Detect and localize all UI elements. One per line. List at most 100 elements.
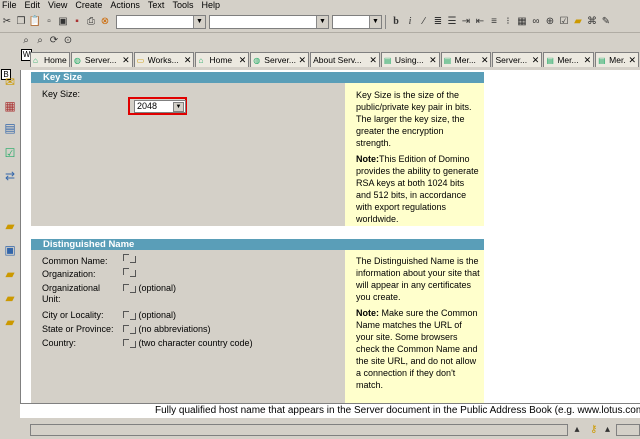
link-icon[interactable]: ∞ xyxy=(530,16,542,28)
size-dropdown[interactable]: ▼ xyxy=(332,15,382,29)
zoom-icon[interactable]: ⊙ xyxy=(62,35,74,47)
tab-merge-2[interactable]: ▤ Mer... ✕ xyxy=(543,52,595,67)
replicator-icon[interactable]: ⇄ xyxy=(2,168,18,184)
search-icon[interactable]: ⌕ xyxy=(34,35,46,47)
close-icon[interactable]: ✕ xyxy=(239,55,247,66)
menu-text[interactable]: Text xyxy=(144,0,169,11)
bullet-list-icon[interactable]: ≣ xyxy=(432,16,444,28)
italic-icon[interactable]: i xyxy=(404,16,416,28)
bold-icon[interactable]: b xyxy=(390,16,402,28)
folder-icon[interactable]: ▰ xyxy=(2,266,18,282)
tab-about-server[interactable]: About Serv... ✕ xyxy=(310,52,380,67)
inbox-status[interactable] xyxy=(616,423,640,436)
tab-label: Server... xyxy=(264,55,296,65)
new-icon[interactable]: ▫ xyxy=(43,16,55,28)
chevron-up-icon[interactable]: ▴ xyxy=(602,424,614,436)
paste-icon[interactable]: 📋 xyxy=(29,16,41,28)
close-icon[interactable]: ✕ xyxy=(532,55,540,66)
menu-tools[interactable]: Tools xyxy=(168,0,197,11)
font-dropdown[interactable]: ▼ xyxy=(209,15,329,29)
note-label: Note: xyxy=(356,308,379,318)
contacts-icon[interactable]: ▤ xyxy=(2,120,18,136)
folder-icon[interactable]: ▰ xyxy=(2,218,18,234)
network-icon[interactable]: ▴ xyxy=(571,424,583,436)
tab-home-2[interactable]: ⌂ Home ✕ xyxy=(195,52,250,67)
tab-server[interactable]: ◍ Server... ✕ xyxy=(70,52,133,67)
menu-actions[interactable]: Actions xyxy=(106,0,144,11)
checkbox-icon[interactable]: ☑ xyxy=(558,16,570,28)
organizational-unit-field[interactable]: (optional) xyxy=(123,283,176,294)
field-hint: (optional) xyxy=(138,283,177,293)
tab-workspace[interactable]: ▭ Works... ✕ xyxy=(133,52,195,67)
chevron-down-icon[interactable]: ▼ xyxy=(173,102,184,112)
tab-label: Home xyxy=(209,55,233,65)
copy-icon[interactable]: ❐ xyxy=(15,16,27,28)
close-icon[interactable]: ✕ xyxy=(184,55,192,66)
close-icon[interactable]: ✕ xyxy=(628,55,636,66)
highlight-icon[interactable]: ∕ xyxy=(418,16,430,28)
city-field[interactable]: (optional) xyxy=(123,310,176,321)
style-dropdown[interactable]: ▼ xyxy=(116,15,206,29)
globe-icon: ◍ xyxy=(73,55,81,65)
menu-view[interactable]: View xyxy=(44,0,71,11)
tab-server-3[interactable]: Server... ✕ xyxy=(492,52,543,67)
databases-icon[interactable]: ▣ xyxy=(2,242,18,258)
field-hint: (two character country code) xyxy=(138,338,253,348)
close-icon[interactable]: ✕ xyxy=(481,55,489,66)
organization-field[interactable] xyxy=(123,267,136,278)
close-icon[interactable]: ✕ xyxy=(584,55,592,66)
stop-icon[interactable]: ⊗ xyxy=(99,16,111,28)
tab-merge[interactable]: ▤ Mer... ✕ xyxy=(440,52,492,67)
mail-icon[interactable]: ✉ xyxy=(2,74,18,90)
key-size-select[interactable]: 2048 ▼ xyxy=(134,100,186,113)
close-icon[interactable]: ✕ xyxy=(122,55,130,66)
distinguished-name-form: Common Name: Organization: Organizationa… xyxy=(31,250,345,403)
print-icon[interactable]: ⎙ xyxy=(85,16,97,28)
todo-icon[interactable]: ☑ xyxy=(2,145,18,161)
country-field[interactable]: (two character country code) xyxy=(123,338,253,349)
outdent-icon[interactable]: ⇤ xyxy=(474,16,486,28)
field-hint: (no abbreviations) xyxy=(138,324,211,334)
save-icon[interactable]: ▪ xyxy=(71,16,83,28)
folder-icon[interactable]: ▰ xyxy=(572,16,584,28)
menu-file[interactable]: File xyxy=(0,0,21,11)
distinguished-name-help: The Distinguished Name is the informatio… xyxy=(345,250,484,403)
globe-icon: ◍ xyxy=(253,55,261,65)
tab-server-2[interactable]: ◍ Server... ✕ xyxy=(250,52,310,67)
table-icon[interactable]: ▦ xyxy=(516,16,528,28)
distinguished-name-description: The Distinguished Name is the informatio… xyxy=(356,256,480,302)
tab-merge-3[interactable]: ▤Mer...✕ xyxy=(595,52,639,67)
menu-create[interactable]: Create xyxy=(71,0,106,11)
close-icon[interactable]: ✕ xyxy=(429,55,437,66)
key-size-form: Key Size: 2048 ▼ xyxy=(31,83,345,226)
indent-icon[interactable]: ⇥ xyxy=(460,16,472,28)
close-icon[interactable]: ✕ xyxy=(299,55,307,66)
folder-icon[interactable]: ▰ xyxy=(2,314,18,330)
organizational-unit-label: Organizational Unit: xyxy=(42,283,101,304)
refresh-icon[interactable]: ⟳ xyxy=(48,35,60,47)
key-icon[interactable]: ⚷ xyxy=(588,424,600,436)
attach-icon[interactable]: ⊕ xyxy=(544,16,556,28)
tab-using[interactable]: ▤ Using... ✕ xyxy=(380,52,440,67)
formatting-toolbar: ✂ ❐ 📋 ▫ ▣ ▪ ⎙ ⊗ ▼ ▼ ▼ b i ∕ ≣ ☰ ⇥ ⇤ ≡ ⁝ … xyxy=(0,12,640,33)
note-label: Note: xyxy=(356,154,379,164)
search-icon[interactable]: ⌕ xyxy=(20,35,32,47)
common-name-field[interactable] xyxy=(123,253,136,264)
spacing-icon[interactable]: ⁝ xyxy=(502,16,514,28)
close-icon[interactable]: ✕ xyxy=(369,55,377,66)
cut-icon[interactable]: ✂ xyxy=(1,16,13,28)
tab-label: Server... xyxy=(84,55,117,65)
calendar-icon[interactable]: ▦ xyxy=(2,98,18,114)
align-icon[interactable]: ≡ xyxy=(488,16,500,28)
chevron-down-icon: ▼ xyxy=(316,16,328,28)
folder-icon[interactable]: ▰ xyxy=(2,290,18,306)
document-icon: ▤ xyxy=(546,55,554,65)
state-field[interactable]: (no abbreviations) xyxy=(123,324,211,335)
tag-icon[interactable]: ⌘ xyxy=(586,16,598,28)
image-icon[interactable]: ▣ xyxy=(57,16,69,28)
menu-edit[interactable]: Edit xyxy=(21,0,45,11)
tab-home[interactable]: ⌂ Home xyxy=(30,52,70,67)
numbered-list-icon[interactable]: ☰ xyxy=(446,16,458,28)
edit-icon[interactable]: ✎ xyxy=(600,16,612,28)
menu-help[interactable]: Help xyxy=(197,0,224,11)
